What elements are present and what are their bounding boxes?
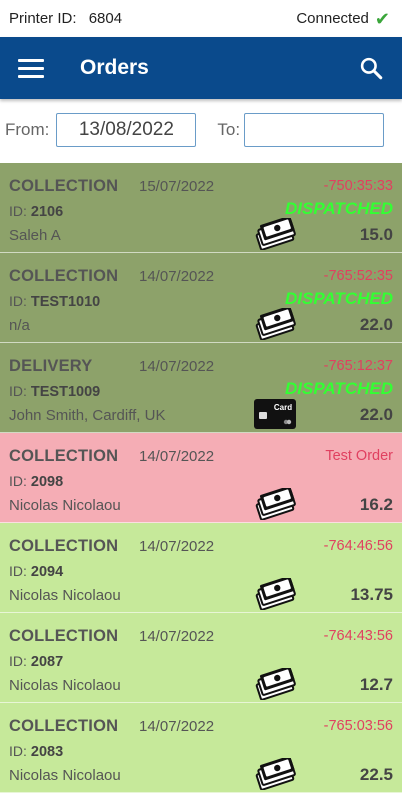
order-type: DELIVERY bbox=[9, 357, 93, 375]
order-customer: n/a bbox=[9, 317, 30, 334]
connection-label: Connected bbox=[296, 10, 369, 27]
order-card[interactable]: COLLECTION 14/07/2022 ID: 2098 Nicolas Nicol… bbox=[0, 433, 402, 523]
order-total: 16.2 bbox=[359, 495, 393, 514]
order-date: 14/07/2022 bbox=[139, 628, 215, 645]
order-date: 14/07/2022 bbox=[139, 358, 215, 375]
order-customer: John Smith, Cardiff, UK bbox=[9, 407, 166, 424]
order-id: TEST1009 bbox=[30, 384, 101, 400]
order-id: 2094 bbox=[30, 564, 64, 580]
orders-list[interactable]: COLLECTION 15/07/2022 ID: 2106 Saleh A -750:3… bbox=[0, 163, 402, 800]
order-timer: -765:52:35 bbox=[323, 268, 393, 284]
order-total: 13.75 bbox=[350, 585, 393, 604]
menu-icon[interactable] bbox=[18, 56, 44, 80]
order-customer: Nicolas Nicolaou bbox=[9, 677, 121, 694]
order-total: 22.0 bbox=[359, 315, 393, 334]
order-status: DISPATCHED bbox=[285, 379, 393, 398]
status-bar: Printer ID: 6804 Connected ✔ bbox=[0, 0, 402, 37]
order-timer: -765:03:56 bbox=[323, 718, 393, 734]
order-status: DISPATCHED bbox=[285, 289, 393, 308]
cash-icon bbox=[253, 218, 297, 250]
order-date: 14/07/2022 bbox=[139, 268, 215, 285]
order-type: COLLECTION bbox=[9, 537, 119, 555]
order-id-label: ID: bbox=[9, 563, 27, 579]
order-card[interactable]: COLLECTION 14/07/2022 ID: 2094 Nicolas Nicol… bbox=[0, 523, 402, 613]
order-id-label: ID: bbox=[9, 203, 27, 219]
app-bar: Orders bbox=[0, 37, 402, 99]
card-icon: Card bbox=[253, 398, 297, 430]
order-total: 22.0 bbox=[359, 405, 393, 424]
order-timer: -750:35:33 bbox=[323, 178, 393, 194]
order-id-label: ID: bbox=[9, 743, 27, 759]
order-id-row: ID: 2083 bbox=[9, 743, 63, 760]
cash-icon bbox=[253, 668, 297, 700]
search-icon[interactable] bbox=[358, 55, 384, 81]
order-date: 14/07/2022 bbox=[139, 448, 215, 465]
cash-icon bbox=[253, 758, 297, 790]
order-id-label: ID: bbox=[9, 653, 27, 669]
order-card[interactable]: COLLECTION 15/07/2022 ID: 2106 Saleh A -750:3… bbox=[0, 163, 402, 253]
order-type: COLLECTION bbox=[9, 627, 119, 645]
order-total: 22.5 bbox=[359, 765, 393, 784]
order-customer: Nicolas Nicolaou bbox=[9, 587, 121, 604]
order-id-row: ID: 2087 bbox=[9, 653, 63, 670]
order-id: 2106 bbox=[30, 204, 64, 220]
printer-info: Printer ID: 6804 bbox=[9, 10, 122, 27]
order-id-label: ID: bbox=[9, 383, 27, 399]
order-timer: -765:12:37 bbox=[323, 358, 393, 374]
cash-icon bbox=[253, 578, 297, 610]
order-timer: -764:43:56 bbox=[323, 628, 393, 644]
order-type: COLLECTION bbox=[9, 177, 119, 195]
order-id-row: ID: TEST1009 bbox=[9, 383, 100, 400]
order-id: TEST1010 bbox=[30, 294, 101, 310]
order-type: COLLECTION bbox=[9, 447, 119, 465]
order-card[interactable]: COLLECTION 14/07/2022 ID: 2083 Nicolas Nicol… bbox=[0, 703, 402, 793]
order-id: 2083 bbox=[30, 744, 64, 760]
to-label: To: bbox=[217, 119, 241, 139]
order-timer: Test Order bbox=[325, 448, 393, 464]
order-id: 2087 bbox=[30, 654, 64, 670]
order-total: 15.0 bbox=[359, 225, 393, 244]
from-date-input[interactable] bbox=[56, 112, 197, 147]
order-type: COLLECTION bbox=[9, 717, 119, 735]
order-id-label: ID: bbox=[9, 293, 27, 309]
order-customer: Nicolas Nicolaou bbox=[9, 767, 121, 784]
order-card[interactable]: DELIVERY 14/07/2022 ID: TEST1009 John Smith,… bbox=[0, 343, 402, 433]
order-id-row: ID: 2094 bbox=[9, 563, 63, 580]
order-id: 2098 bbox=[30, 474, 64, 490]
order-customer: Saleh A bbox=[9, 227, 61, 244]
order-date: 15/07/2022 bbox=[139, 178, 215, 195]
order-date: 14/07/2022 bbox=[139, 718, 215, 735]
order-total: 12.7 bbox=[359, 675, 393, 694]
connection-status: Connected ✔ bbox=[296, 10, 390, 28]
check-icon: ✔ bbox=[374, 8, 390, 29]
order-card[interactable]: COLLECTION 14/07/2022 ID: 2087 Nicolas Nicol… bbox=[0, 613, 402, 703]
printer-id-value: 6804 bbox=[88, 10, 123, 27]
order-id-row: ID: TEST1010 bbox=[9, 293, 100, 310]
printer-id-label: Printer ID: bbox=[9, 10, 77, 27]
cash-icon bbox=[253, 488, 297, 520]
cash-icon bbox=[253, 308, 297, 340]
to-date-input[interactable] bbox=[244, 112, 385, 147]
order-timer: -764:46:56 bbox=[323, 538, 393, 554]
order-id-row: ID: 2106 bbox=[9, 203, 63, 220]
order-customer: Nicolas Nicolaou bbox=[9, 497, 121, 514]
page-title: Orders bbox=[80, 56, 149, 79]
order-id-row: ID: 2098 bbox=[9, 473, 63, 490]
from-label: From: bbox=[5, 119, 50, 139]
order-id-label: ID: bbox=[9, 473, 27, 489]
svg-text:Card: Card bbox=[274, 403, 292, 412]
order-card[interactable]: COLLECTION 14/07/2022 ID: TEST1010 n/a -765:5… bbox=[0, 253, 402, 343]
date-filter-bar: From: To: bbox=[0, 99, 402, 160]
order-type: COLLECTION bbox=[9, 267, 119, 285]
order-date: 14/07/2022 bbox=[139, 538, 215, 555]
order-status: DISPATCHED bbox=[285, 199, 393, 218]
